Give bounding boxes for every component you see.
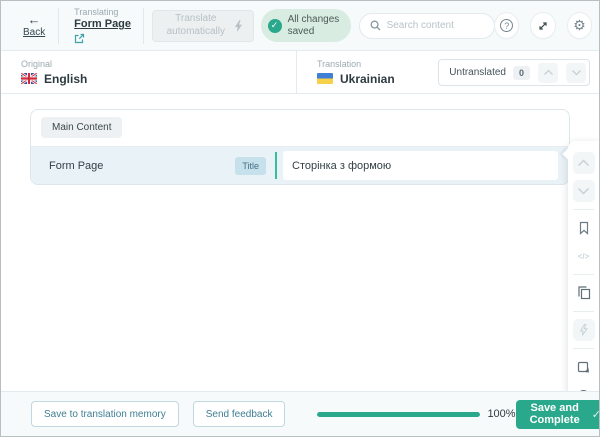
code-view-button[interactable]: </> <box>573 245 595 267</box>
uk-flag-icon <box>21 73 37 84</box>
translation-input[interactable]: Сторінка з формою <box>283 151 558 180</box>
settings-button[interactable]: ⚙ <box>567 13 591 38</box>
save-status-badge: ✓ All changes saved <box>260 9 351 42</box>
back-button[interactable]: ← Back <box>23 13 45 38</box>
previous-untranslated-button[interactable] <box>538 62 558 83</box>
translating-label: Translating <box>74 7 119 17</box>
expand-icon <box>537 20 549 32</box>
back-label: Back <box>23 27 46 38</box>
original-language-section: Original English <box>1 51 297 93</box>
save-to-translation-memory-button[interactable]: Save to translation memory <box>31 401 179 427</box>
save-and-complete-button[interactable]: Save and Complete ✓ <box>515 399 600 429</box>
translating-page-info: Translating Form Page <box>74 7 143 44</box>
bookmark-button[interactable] <box>573 217 595 239</box>
divider <box>573 209 594 210</box>
auto-translate-field-button[interactable] <box>572 319 595 341</box>
active-field-indicator <box>275 152 277 179</box>
translation-value: Сторінка з формою <box>292 159 392 172</box>
back-arrow-icon: ← <box>27 12 41 27</box>
editor-content-area: Main Content Form Page Title Сторінка з … <box>1 94 599 417</box>
divider <box>58 7 60 44</box>
untranslated-count-badge: 0 <box>512 65 530 80</box>
translate-automatically-button[interactable]: Translate automatically <box>152 9 254 42</box>
next-untranslated-button[interactable] <box>566 62 586 83</box>
copy-source-button[interactable] <box>573 282 595 304</box>
search-input[interactable] <box>386 20 485 31</box>
save-status-text: All changes saved <box>287 13 340 37</box>
search-bar[interactable] <box>358 12 496 39</box>
translate-automatically-label: Translate automatically <box>166 13 225 37</box>
section-chip[interactable]: Main Content <box>41 117 123 138</box>
translation-language-name: Ukrainian <box>340 71 395 86</box>
check-icon: ✓ <box>591 408 600 421</box>
help-icon: ? <box>500 19 514 32</box>
next-field-button[interactable] <box>572 180 595 202</box>
save-and-complete-label: Save and Complete <box>529 402 580 426</box>
divider <box>143 7 145 44</box>
content-block-panel: Main Content Form Page Title Сторінка з … <box>30 109 570 185</box>
translation-field-row: Form Page Title Сторінка з формою <box>31 147 569 184</box>
gear-icon: ⚙ <box>573 17 586 34</box>
code-icon: </> <box>577 251 590 261</box>
check-circle-icon: ✓ <box>267 18 282 33</box>
untranslated-navigator: Untranslated 0 <box>438 59 590 86</box>
previous-field-button[interactable] <box>572 152 595 174</box>
search-icon <box>370 20 381 31</box>
field-tools-panel: </> <box>562 141 599 417</box>
divider <box>573 311 594 312</box>
progress-bar <box>317 411 481 417</box>
original-language-name: English <box>44 71 88 86</box>
translation-language-section: Translation Ukrainian Untranslated 0 <box>297 51 599 93</box>
footer-toolbar: Save to translation memory Send feedback… <box>1 391 599 436</box>
comment-button[interactable] <box>573 356 595 378</box>
translation-progress: 100% <box>317 408 516 420</box>
top-toolbar: ← Back Translating Form Page Translate a… <box>1 1 599 51</box>
source-field-text: Form Page <box>49 159 104 172</box>
original-label: Original <box>21 58 53 69</box>
fullscreen-button[interactable] <box>531 13 555 38</box>
progress-percent-label: 100% <box>487 408 516 420</box>
language-bar: Original English Translation Ukrainian U… <box>1 51 599 94</box>
lightning-icon <box>234 19 243 32</box>
page-title[interactable]: Form Page <box>74 18 131 30</box>
translation-editor-window: ← Back Translating Form Page Translate a… <box>0 0 600 437</box>
help-button[interactable]: ? <box>495 13 519 38</box>
untranslated-label: Untranslated <box>449 67 506 78</box>
progress-bar-fill <box>317 411 481 417</box>
divider <box>573 348 594 349</box>
field-type-badge: Title <box>235 156 266 175</box>
divider <box>573 274 594 275</box>
external-link-icon[interactable] <box>74 33 85 44</box>
ukraine-flag-icon <box>317 73 333 84</box>
send-feedback-button[interactable]: Send feedback <box>192 401 286 427</box>
